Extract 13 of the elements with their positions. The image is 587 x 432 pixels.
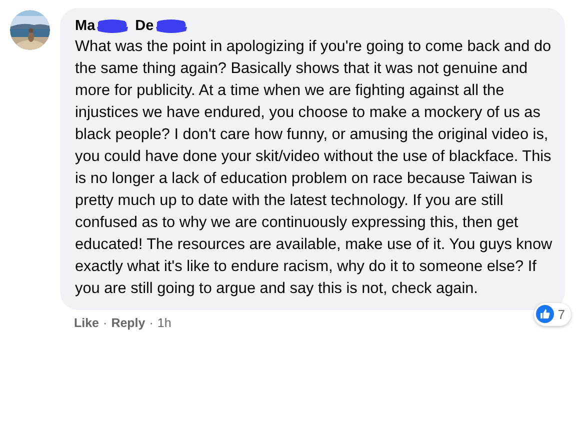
comment-text: What was the point in apologizing if you're going to come back and do the same thing again? Basically shows that it was not genuine and more for publicity. At a time when we are fighting against all the injustices we have endured, you choose to make a mockery of us as black people? I don't care how funny, or amusing the original video is, you could have done your skit/video without the use of blackface. This is no longer a lack of education problem on race because Taiwan is pretty much up to date with the latest technology. If you are still confused as to why we are continuously expressing this, then get educated! The resources are available, make use of it. You guys know exactly what it's like to endure racism, why do it to someone else? If you are still going to argue and say this is not, check again.: [75, 37, 554, 299]
reaction-count: 7: [558, 306, 565, 324]
like-icon: [536, 305, 554, 324]
action-link[interactable]: Like: [74, 314, 100, 333]
redaction-mark: [95, 18, 130, 34]
separator-dot: ·: [103, 315, 108, 332]
separator-dot: ·: [149, 315, 154, 332]
action-link[interactable]: Reply: [111, 314, 146, 333]
redaction-mark: [154, 18, 188, 34]
reaction-badge[interactable]: 7: [534, 302, 571, 326]
author-name[interactable]: De: [135, 16, 154, 36]
author-name[interactable]: Ma: [75, 16, 96, 36]
timestamp[interactable]: 1h: [157, 314, 172, 333]
